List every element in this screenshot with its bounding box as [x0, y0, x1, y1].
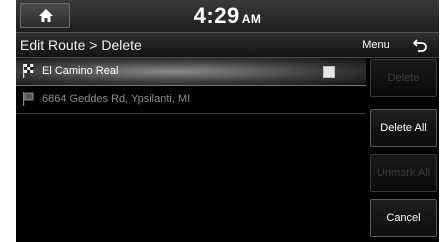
unmark-all-button[interactable]: Unmark All: [370, 154, 437, 192]
delete-button[interactable]: Delete: [370, 59, 437, 97]
clock: 4:29 AM: [16, 3, 439, 29]
route-item-label: El Camino Real: [42, 65, 119, 77]
route-list: El Camino Real 6864 Geddes Rd, Ypsilanti…: [16, 58, 366, 242]
checkered-flag-icon: [23, 64, 34, 78]
navigation-screen: 4:29 AM Edit Route > Delete Menu El Cami…: [16, 0, 439, 242]
waypoint-flag-icon: [23, 92, 34, 106]
back-button[interactable]: [406, 35, 434, 55]
route-item-destination[interactable]: El Camino Real: [16, 58, 366, 86]
status-bar: 4:29 AM: [16, 0, 439, 33]
delete-all-button[interactable]: Delete All: [370, 109, 437, 147]
title-bar: Edit Route > Delete Menu: [16, 33, 439, 58]
menu-button[interactable]: Menu: [352, 35, 400, 55]
route-item-waypoint[interactable]: 6864 Geddes Rd, Ypsilanti, MI: [16, 86, 366, 114]
back-arrow-icon: [413, 39, 427, 52]
route-item-label: 6864 Geddes Rd, Ypsilanti, MI: [42, 93, 191, 105]
page-title: Edit Route > Delete: [20, 37, 142, 53]
clock-time: 4:29: [193, 3, 240, 28]
clock-ampm: AM: [241, 12, 262, 26]
cancel-button[interactable]: Cancel: [370, 199, 437, 237]
route-item-checkbox[interactable]: [323, 66, 335, 78]
